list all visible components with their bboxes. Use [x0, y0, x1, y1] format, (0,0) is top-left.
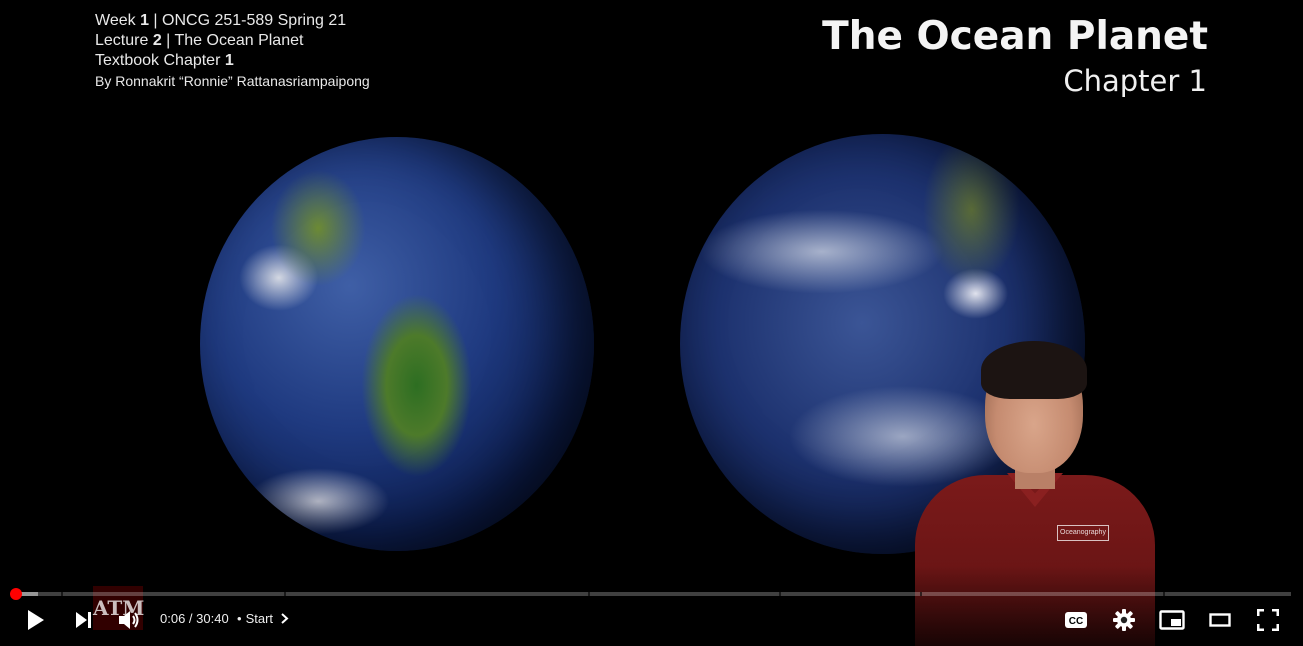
- textbook-line: Textbook Chapter 1: [95, 52, 234, 69]
- author-line: By Ronnakrit “Ronnie” Rattanasriampaipon…: [95, 73, 370, 89]
- chapter-button[interactable]: • Start: [237, 611, 289, 626]
- week-line: Week 1 | ONCG 251-589 Spring 21: [95, 12, 347, 29]
- chapter-label: Start: [245, 611, 274, 626]
- slide-title: The Ocean Planet: [822, 14, 1208, 59]
- fullscreen-button[interactable]: [1252, 603, 1284, 637]
- chapter-marker: [1163, 592, 1166, 596]
- svg-text:CC: CC: [1069, 616, 1083, 627]
- duration: 30:40: [196, 611, 229, 626]
- chapter-marker: [779, 592, 782, 596]
- chevron-right-icon: [280, 613, 289, 624]
- mute-button[interactable]: [114, 603, 144, 637]
- slide-subtitle: Chapter 1: [1063, 64, 1207, 98]
- subtitles-icon: CC: [1065, 612, 1087, 628]
- fullscreen-icon: [1257, 609, 1279, 631]
- settings-button[interactable]: [1108, 603, 1140, 637]
- volume-icon: [119, 611, 139, 629]
- chapter-marker: [587, 592, 590, 596]
- time-separator: /: [185, 611, 197, 626]
- next-button[interactable]: [68, 603, 98, 637]
- video-player[interactable]: Week 1 | ONCG 251-589 Spring 21 Lecture …: [0, 0, 1303, 646]
- chapter-bullet: •: [237, 611, 242, 626]
- slide-info: Week 1 | ONCG 251-589 Spring 21 Lecture …: [95, 11, 370, 91]
- chapter-marker: [284, 592, 287, 596]
- chapter-marker: [60, 592, 63, 596]
- next-icon: [76, 612, 91, 628]
- current-time: 0:06: [160, 611, 186, 626]
- settings-icon: [1113, 609, 1135, 631]
- miniplayer-button[interactable]: [1156, 603, 1188, 637]
- progress-bar[interactable]: [10, 588, 1291, 600]
- earth-americas-image: [200, 137, 594, 551]
- play-icon: [28, 610, 44, 630]
- presenter-hair: [981, 341, 1087, 399]
- time-display: 0:06 / 30:40: [160, 611, 229, 626]
- theater-mode-button[interactable]: [1204, 603, 1236, 637]
- lecture-line: Lecture 2 | The Ocean Planet: [95, 32, 304, 49]
- chapter-marker: [920, 592, 923, 596]
- play-button[interactable]: [20, 603, 52, 637]
- miniplayer-icon: [1159, 610, 1185, 630]
- shirt-logo: Oceanography: [1057, 525, 1109, 541]
- theater-icon: [1209, 613, 1231, 627]
- subtitles-button[interactable]: CC: [1060, 603, 1092, 637]
